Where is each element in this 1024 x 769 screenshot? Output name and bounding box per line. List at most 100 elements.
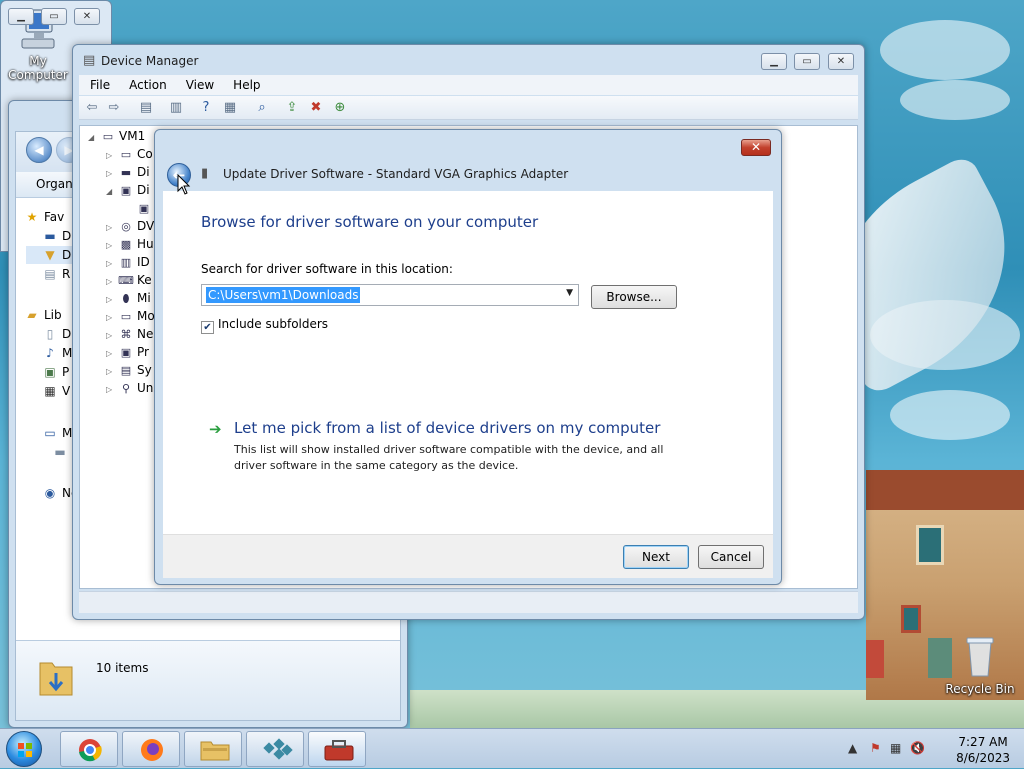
menu-file[interactable]: File xyxy=(79,75,118,93)
include-subfolders-checkbox[interactable]: ✔ Include subfolders xyxy=(201,317,328,334)
minimize-button[interactable]: ▁ xyxy=(761,53,787,70)
tree-item[interactable]: ▷ ◎ DV xyxy=(106,218,154,235)
nav-item-desktop[interactable]: ▬ D xyxy=(42,227,71,245)
chevron-down-icon[interactable]: ▼ xyxy=(566,288,573,298)
back-arrow-icon[interactable]: ◀ xyxy=(26,137,52,163)
toolbox-icon xyxy=(324,740,354,761)
processor-icon: ▣ xyxy=(120,346,132,359)
taskbar: ▲ ⚑ ▦ 🔇 7:27 AM 8/6/2023 xyxy=(0,728,1024,768)
computer-icon: ▭ xyxy=(120,148,132,161)
maximize-button[interactable]: ▭ xyxy=(41,8,67,25)
nav-item-favorites[interactable]: ★ Fav xyxy=(24,208,65,226)
tree-item[interactable]: ▷ ⚲ Un xyxy=(106,380,153,397)
device-icon: ▮ xyxy=(201,166,209,181)
desktop-icon-label: Recycle Bin xyxy=(945,682,1015,696)
show-hide-console-tree-icon[interactable]: ▥ xyxy=(167,99,185,117)
network-status-icon[interactable]: ▦ xyxy=(890,741,901,755)
action-center-icon[interactable]: ⚑ xyxy=(870,741,881,755)
nav-item-music[interactable]: ♪ M xyxy=(42,344,72,362)
close-button[interactable]: ✕ xyxy=(741,139,771,156)
computer-icon: ▭ xyxy=(102,130,114,143)
tree-item[interactable]: ▷ ⬮ Mi xyxy=(106,290,151,307)
help-icon[interactable]: ? xyxy=(197,99,215,117)
downloads-icon: ▼ xyxy=(45,248,55,262)
nav-item-documents[interactable]: ▯ D xyxy=(42,325,72,343)
desktop-icon-recycle-bin[interactable]: Recycle Bin xyxy=(942,634,1018,696)
forward-arrow-icon[interactable]: ⇨ xyxy=(105,99,123,117)
recycle-bin-icon xyxy=(966,637,994,677)
recent-places-icon: ▤ xyxy=(44,267,56,281)
menu-view[interactable]: View xyxy=(175,75,222,93)
search-location-label: Search for driver software in this locat… xyxy=(201,262,453,276)
tree-item[interactable]: ▷ ▩ Hu xyxy=(106,236,154,253)
details-icon[interactable]: ▦ xyxy=(221,99,239,117)
star-icon: ★ xyxy=(26,210,38,224)
nav-item-libraries[interactable]: ▰ Lib xyxy=(24,306,61,324)
volume-muted-icon[interactable]: 🔇 xyxy=(910,741,925,755)
system-tray: ▲ ⚑ ▦ 🔇 7:27 AM 8/6/2023 xyxy=(834,729,1024,769)
include-subfolders-label: Include subfolders xyxy=(218,317,329,331)
file-explorer-icon xyxy=(200,741,230,761)
taskbar-chrome[interactable] xyxy=(60,731,118,767)
green-arrow-icon: ➔ xyxy=(209,420,222,438)
tree-item[interactable]: ▷ ▥ ID xyxy=(106,254,150,271)
clock-time: 7:27 AM xyxy=(958,735,1008,749)
minimize-button[interactable]: ▁ xyxy=(8,8,34,25)
network-icon: ◉ xyxy=(44,486,56,500)
tree-item[interactable]: ▷ ▬ Di xyxy=(106,164,150,181)
tree-item[interactable]: ▷ ⌘ Ne xyxy=(106,326,153,343)
tree-item[interactable]: ▷ ▭ Co xyxy=(106,146,153,163)
nav-item-pictures[interactable]: ▣ P xyxy=(42,363,69,381)
uninstall-icon[interactable]: ✖ xyxy=(307,99,325,117)
browse-button[interactable]: Browse... xyxy=(591,285,677,309)
tree-item[interactable]: ▷ ▣ Pr xyxy=(106,344,149,361)
properties-sheet-icon[interactable]: ▤ xyxy=(137,99,155,117)
path-combobox[interactable]: C:\Users\vm1\Downloads ▼ xyxy=(201,284,579,306)
next-button[interactable]: Next xyxy=(623,545,689,569)
close-button[interactable]: ✕ xyxy=(74,8,100,25)
taskbar-firefox[interactable] xyxy=(122,731,180,767)
close-button[interactable]: ✕ xyxy=(828,53,854,70)
local-disk-icon: ▬ xyxy=(54,445,66,459)
maximize-button[interactable]: ▭ xyxy=(794,53,820,70)
toolbar: ⇦ ⇨ ▤ ▥ ? ▦ ⌕ ⇪ ✖ ⊕ xyxy=(79,96,858,120)
desktop-icon-label: My Computer xyxy=(8,54,68,82)
path-value[interactable]: C:\Users\vm1\Downloads xyxy=(206,287,361,303)
keyboard-icon: ⌨ xyxy=(118,274,134,287)
cloud xyxy=(880,20,1010,80)
scan-hardware-icon[interactable]: ⌕ xyxy=(253,99,271,117)
tree-root[interactable]: ◢ ▭ VM1 xyxy=(88,128,145,145)
videos-icon: ▦ xyxy=(44,384,56,398)
organize-button[interactable]: Organi xyxy=(36,177,76,191)
dialog-title: Update Driver Software - Standard VGA Gr… xyxy=(223,167,569,181)
tree-item[interactable]: ◢ ▣ Di xyxy=(106,182,150,199)
display-device-icon: ▣ xyxy=(138,202,150,215)
status-bar xyxy=(79,591,858,613)
clock-date: 8/6/2023 xyxy=(956,751,1010,765)
taskbar-explorer[interactable] xyxy=(184,731,242,767)
nav-item-videos[interactable]: ▦ V xyxy=(42,382,70,400)
nav-item-recent[interactable]: ▤ R xyxy=(42,265,70,283)
taskbar-regedit[interactable] xyxy=(246,731,304,767)
mouse-cursor-icon xyxy=(177,174,191,195)
cancel-button[interactable]: Cancel xyxy=(698,545,764,569)
tree-item[interactable]: ▣ xyxy=(124,200,155,217)
chrome-icon xyxy=(79,739,102,762)
clock[interactable]: 7:27 AM 8/6/2023 xyxy=(956,734,1010,766)
tree-item[interactable]: ▷ ⌨ Ke xyxy=(106,272,152,289)
tree-item[interactable]: ▷ ▤ Sy xyxy=(106,362,152,379)
checkbox-checked-icon[interactable]: ✔ xyxy=(201,321,214,334)
enable-device-icon[interactable]: ⊕ xyxy=(331,99,349,117)
display-adapter-icon: ▣ xyxy=(120,184,132,197)
show-hidden-icons-icon[interactable]: ▲ xyxy=(848,741,857,755)
menu-action[interactable]: Action xyxy=(118,75,175,93)
computer-icon: ▭ xyxy=(44,426,56,440)
taskbar-device-manager[interactable] xyxy=(308,731,366,767)
back-arrow-icon[interactable]: ⇦ xyxy=(83,99,101,117)
tree-item[interactable]: ▷ ▭ Mo xyxy=(106,308,155,325)
pick-from-list-link[interactable]: Let me pick from a list of device driver… xyxy=(234,419,660,437)
cloud xyxy=(900,80,1010,120)
update-driver-icon[interactable]: ⇪ xyxy=(283,99,301,117)
start-button[interactable] xyxy=(6,731,42,767)
menu-help[interactable]: Help xyxy=(222,75,268,93)
